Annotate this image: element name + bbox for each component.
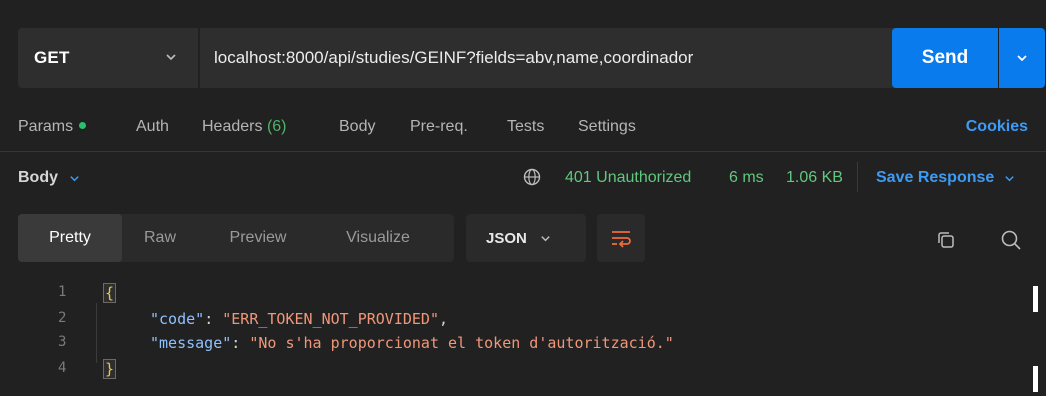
scrollbar-marker[interactable] [1033, 366, 1038, 392]
request-bar: GET localhost:8000/api/studies/GEINF?fie… [18, 28, 1045, 88]
response-time[interactable]: 6 ms [729, 169, 764, 187]
chevron-down-icon [1005, 175, 1015, 181]
separator [857, 162, 858, 192]
tab-pretty[interactable]: Pretty [18, 214, 122, 262]
wrap-icon [612, 231, 631, 248]
wrap-lines-button[interactable] [597, 214, 645, 262]
code-line: 1 { [0, 283, 1030, 306]
line-number: 1 [58, 284, 67, 300]
code-line: 2 "code": "ERR_TOKEN_NOT_PROVIDED", [58, 310, 449, 328]
headers-count: (6) [266, 118, 287, 135]
tab-tests[interactable]: Tests [507, 118, 544, 136]
status-code[interactable]: 401 Unauthorized [565, 169, 691, 187]
tab-auth[interactable]: Auth [136, 118, 169, 136]
tab-prereq[interactable]: Pre-req. [410, 118, 468, 136]
format-label: JSON [486, 229, 527, 247]
method-select[interactable]: GET [18, 28, 198, 88]
line-number: 4 [58, 360, 67, 376]
globe-icon[interactable] [523, 168, 541, 186]
response-body-dropdown[interactable]: Body [18, 169, 81, 187]
tab-preview[interactable]: Preview [198, 214, 318, 262]
response-body-label: Body [18, 169, 58, 186]
url-input[interactable]: localhost:8000/api/studies/GEINF?fields=… [200, 28, 897, 88]
send-options-button[interactable] [999, 28, 1045, 88]
json-value: "ERR_TOKEN_NOT_PROVIDED" [222, 310, 439, 328]
method-label: GET [34, 48, 70, 67]
tab-visualize[interactable]: Visualize [318, 214, 438, 262]
copy-icon[interactable] [936, 230, 956, 250]
chevron-down-icon [1017, 55, 1027, 62]
close-brace: } [102, 359, 117, 379]
code-line: 4 } [0, 359, 1030, 382]
line-number: 3 [58, 334, 67, 350]
open-brace: { [102, 283, 117, 303]
tab-params-label: Params [18, 118, 74, 135]
format-dropdown[interactable]: JSON [466, 214, 586, 262]
scrollbar-marker[interactable] [1033, 286, 1038, 312]
line-number: 2 [58, 310, 67, 326]
chevron-down-icon [166, 54, 176, 61]
tab-raw[interactable]: Raw [122, 214, 198, 262]
save-response-button[interactable]: Save Response [876, 169, 1016, 187]
tab-params[interactable]: Params [18, 118, 87, 136]
json-value: "No s'ha proporcionat el token d'autorit… [249, 334, 674, 352]
response-header: Body 401 Unauthorized 6 ms 1.06 KB Save … [0, 152, 1046, 202]
request-tabs: Params Auth Headers (6) Body Pre-req. Te… [0, 104, 1046, 150]
tab-headers[interactable]: Headers (6) [202, 118, 287, 136]
tab-settings[interactable]: Settings [578, 118, 636, 136]
params-indicator-dot [79, 122, 87, 130]
tab-headers-label: Headers [202, 118, 263, 135]
save-response-label: Save Response [876, 169, 995, 186]
json-key: "message" [150, 334, 232, 352]
chevron-down-icon [541, 235, 550, 241]
response-size[interactable]: 1.06 KB [786, 169, 843, 187]
tab-body[interactable]: Body [339, 118, 375, 136]
json-key: "code" [150, 310, 205, 328]
chevron-down-icon [70, 175, 79, 181]
code-line: 3 "message": "No s'ha proporcionat el to… [58, 334, 674, 352]
send-button[interactable]: Send [892, 28, 998, 88]
response-body-viewer[interactable]: 1 { 2 "code": "ERR_TOKEN_NOT_PROVIDED", … [0, 280, 1046, 396]
indent-guide [96, 303, 97, 363]
search-icon[interactable] [1000, 229, 1022, 251]
view-mode-tabs: Pretty Raw Preview Visualize [18, 214, 454, 262]
cookies-link[interactable]: Cookies [966, 118, 1028, 136]
